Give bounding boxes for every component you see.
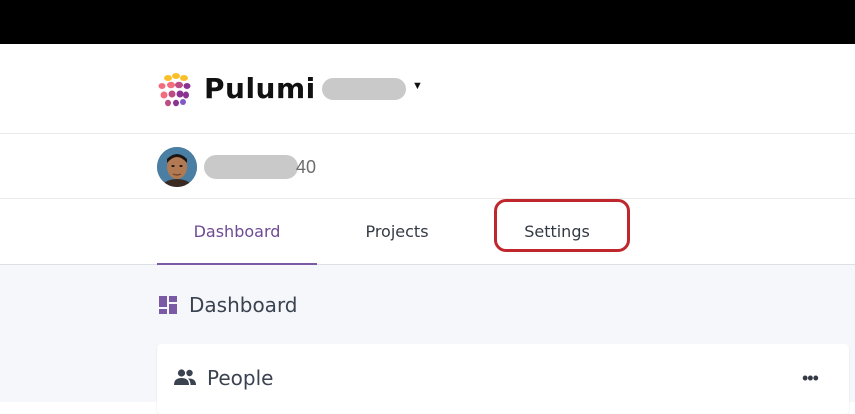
org-name-redacted: [322, 78, 406, 100]
user-bar: 40: [0, 134, 855, 199]
people-icon: [174, 369, 196, 385]
caret-down-icon: ▼: [412, 80, 423, 92]
avatar-image: [157, 147, 197, 187]
page-title: Dashboard: [189, 293, 298, 317]
card-title: People: [207, 366, 274, 390]
main-content: Dashboard People •••: [0, 265, 855, 414]
username-suffix: 40: [296, 157, 317, 177]
people-card: People •••: [157, 344, 849, 414]
tab-projects[interactable]: Projects: [337, 199, 457, 264]
tab-bar: Dashboard Projects Settings: [0, 199, 855, 265]
org-switcher[interactable]: ▼: [322, 78, 423, 100]
tab-dashboard[interactable]: Dashboard: [157, 199, 317, 265]
app-header: Pulumi ▼: [0, 44, 855, 134]
more-horizontal-icon[interactable]: •••: [802, 368, 819, 389]
top-black-bar: [0, 0, 855, 44]
brand-name: Pulumi: [204, 72, 316, 105]
pulumi-logo-icon[interactable]: [156, 72, 192, 108]
username-redacted: [204, 155, 298, 179]
settings-highlight-annotation: [494, 199, 630, 252]
avatar[interactable]: [157, 147, 197, 187]
dashboard-grid-icon: [159, 296, 177, 314]
